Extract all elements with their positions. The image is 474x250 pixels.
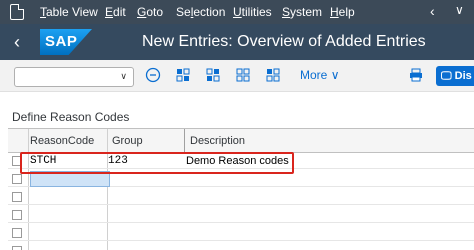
menu-goto[interactable]: Goto bbox=[137, 5, 163, 19]
sap-logo: SAP bbox=[40, 29, 92, 55]
sap-logo-text: SAP bbox=[45, 33, 78, 50]
chevron-down-icon[interactable]: ∨ bbox=[455, 3, 464, 17]
chevron-down-icon: ∨ bbox=[330, 68, 340, 82]
command-field[interactable]: ∨ bbox=[14, 67, 134, 87]
display-icon: 🖵 bbox=[441, 70, 452, 82]
section-title: Define Reason Codes bbox=[12, 110, 130, 124]
reason-codes-table: ReasonCode Group Description STCH 123 De… bbox=[8, 128, 474, 250]
deselect-block-icon[interactable] bbox=[264, 67, 282, 85]
column-header-group[interactable]: Group bbox=[112, 135, 143, 147]
display-button[interactable]: 🖵 Dis bbox=[436, 66, 474, 86]
toolbar: ∨ More ∨ 🖵 Dis bbox=[0, 60, 474, 92]
chevron-left-icon[interactable]: ‹ bbox=[430, 3, 435, 19]
select-all-icon[interactable] bbox=[174, 67, 192, 85]
row-selector[interactable] bbox=[12, 210, 22, 220]
table-row[interactable] bbox=[8, 207, 474, 223]
menu-selection[interactable]: Selection bbox=[176, 5, 225, 19]
more-label: More bbox=[300, 68, 328, 82]
column-divider bbox=[184, 129, 185, 153]
row-highlight bbox=[20, 152, 294, 174]
menu-bar: Table View Edit Goto Selection Utilities… bbox=[0, 0, 474, 24]
page-title: New Entries: Overview of Added Entries bbox=[142, 33, 426, 50]
document-icon[interactable] bbox=[10, 4, 24, 20]
column-header-reasoncode[interactable]: ReasonCode bbox=[30, 135, 94, 147]
print-icon[interactable] bbox=[409, 68, 423, 85]
back-icon[interactable]: ‹ bbox=[14, 32, 20, 52]
display-label: Dis bbox=[454, 70, 472, 82]
menu-edit[interactable]: Edit bbox=[105, 5, 126, 19]
row-selector[interactable] bbox=[12, 174, 22, 184]
menu-table-view[interactable]: Table View bbox=[40, 5, 98, 19]
table-row[interactable] bbox=[8, 225, 474, 241]
table-row[interactable] bbox=[8, 189, 474, 205]
row-selector[interactable] bbox=[12, 192, 22, 202]
table-header: ReasonCode Group Description bbox=[8, 129, 474, 153]
minus-circle-icon[interactable] bbox=[144, 67, 162, 85]
column-header-description[interactable]: Description bbox=[190, 135, 245, 147]
menu-system[interactable]: System bbox=[282, 5, 322, 19]
select-block-icon[interactable] bbox=[204, 67, 222, 85]
menu-help[interactable]: Help bbox=[330, 5, 355, 19]
deselect-all-icon[interactable] bbox=[234, 67, 252, 85]
row-selector[interactable] bbox=[12, 246, 22, 250]
chevron-down-icon[interactable]: ∨ bbox=[120, 71, 127, 82]
menu-utilities[interactable]: Utilities bbox=[233, 5, 272, 19]
more-button[interactable]: More ∨ bbox=[300, 68, 339, 82]
table-row[interactable] bbox=[8, 243, 474, 250]
row-selector[interactable] bbox=[12, 228, 22, 238]
shell-header: ‹ SAP New Entries: Overview of Added Ent… bbox=[0, 24, 474, 60]
